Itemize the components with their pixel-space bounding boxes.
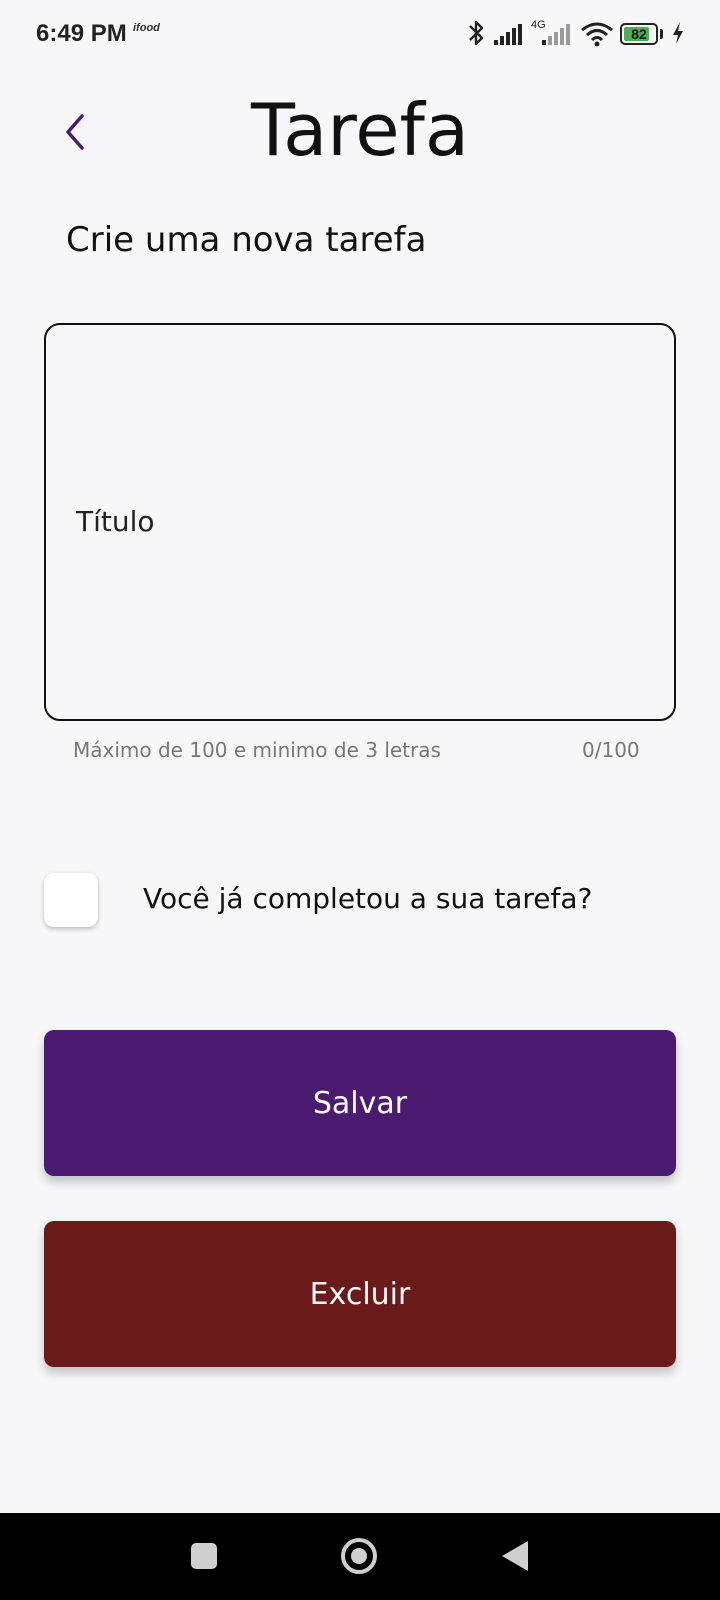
signal-strength-secondary-icon bbox=[542, 24, 570, 45]
battery-cap bbox=[660, 29, 663, 39]
delete-button-label: Excluir bbox=[309, 1276, 411, 1312]
delete-button[interactable]: Excluir bbox=[44, 1221, 676, 1367]
system-navigation-bar bbox=[0, 1513, 720, 1600]
recent-apps-icon[interactable] bbox=[191, 1543, 217, 1569]
save-button-label: Salvar bbox=[312, 1085, 408, 1121]
battery-icon: 82 bbox=[620, 23, 658, 45]
title-input[interactable]: Título bbox=[44, 323, 676, 721]
back-triangle-icon[interactable] bbox=[502, 1541, 528, 1571]
page-title: Tarefa bbox=[251, 88, 469, 172]
completed-checkbox-label: Você já completou a sua tarefa? bbox=[143, 882, 593, 915]
bluetooth-icon bbox=[469, 20, 484, 46]
title-character-counter: 0/100 bbox=[582, 738, 640, 762]
battery-level: 82 bbox=[631, 26, 647, 42]
title-input-label: Título bbox=[76, 505, 155, 538]
ifood-notification-icon: ifood bbox=[133, 22, 160, 34]
save-button[interactable]: Salvar bbox=[44, 1030, 676, 1176]
charging-icon bbox=[673, 22, 683, 44]
completed-checkbox[interactable] bbox=[44, 873, 98, 927]
signal-strength-icon bbox=[494, 24, 522, 45]
home-icon[interactable] bbox=[341, 1538, 377, 1574]
status-time: 6:49 PM bbox=[36, 20, 127, 47]
title-helper-text: Máximo de 100 e minimo de 3 letras bbox=[73, 738, 441, 762]
home-icon-dot bbox=[351, 1548, 367, 1564]
form-subtitle: Crie uma nova tarefa bbox=[66, 220, 427, 260]
status-bar: 6:49 PM ifood 4G 82 bbox=[0, 0, 720, 70]
wifi-icon bbox=[581, 22, 613, 47]
